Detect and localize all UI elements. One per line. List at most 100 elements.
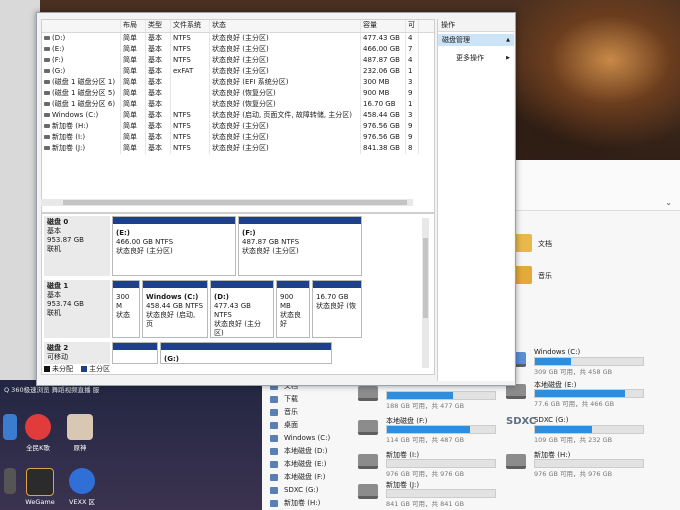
table-cell: 841.38 GB [361,143,406,154]
table-cell: 简单 [121,33,146,44]
table-cell: 状态良好 (主分区) [210,143,361,154]
scrollbar-thumb[interactable] [63,200,407,205]
hard-drive-icon [358,454,378,469]
desktop-icon-wegame[interactable]: WeGame [20,468,60,506]
table-cell: 232.06 GB [361,66,406,77]
table-cell: exFAT [171,66,210,77]
table-row[interactable]: Windows (C:) 简单 基本 NTFS 状态良好 (启动, 页面文件, 故障转储… [42,110,434,121]
col-free[interactable]: 可 [406,20,419,32]
table-cell: 简单 [121,121,146,132]
nav-drive-g[interactable]: SDXC (G:) [262,484,352,497]
table-cell: (D:) [42,33,121,44]
table-row[interactable]: 新加卷 (I:) 简单 基本 NTFS 状态良好 (主分区) 976.56 GB 9 [42,132,434,143]
volume-list-header: 布局 类型 文件系统 状态 容量 可 [42,20,434,33]
desktop-icon-vexx[interactable]: VEXX 区 [64,468,100,506]
table-cell: 976.56 GB [361,121,406,132]
table-cell: 基本 [146,44,171,55]
table-row[interactable]: (磁盘 1 磁盘分区 6) 简单 基本 状态良好 (恢复分区) 16.70 GB 1 [42,99,434,110]
drive-tile-i[interactable]: 新加卷 (I:) 976 GB 可用，共 976 GB [358,450,498,478]
nav-music[interactable]: 音乐 [262,406,352,419]
horizontal-scrollbar[interactable] [41,199,413,206]
legend: 未分配 主分区 [44,364,110,374]
table-cell: 状态良好 (主分区) [210,33,361,44]
action-disk-management[interactable]: 磁盘管理 [438,34,514,46]
drive-tile-f[interactable]: 本地磁盘 (F:) 114 GB 可用，共 487 GB [358,416,498,444]
table-cell: 基本 [146,132,171,143]
table-cell: 3 [406,110,419,121]
col-capacity[interactable]: 容量 [361,20,406,32]
drive-tile-c[interactable]: Windows (C:) 309 GB 可用，共 458 GB [506,348,646,376]
drive-usage-bar [534,459,644,468]
table-cell: 状态良好 (主分区) [210,66,361,77]
drive-usage-bar [534,389,644,398]
nav-drive-c[interactable]: Windows (C:) [262,432,352,445]
partition-c[interactable]: Windows (C:) 458.44 GB NTFS 状态良好 (启动, 页 [142,280,208,338]
table-cell: 3 [406,77,419,88]
chevron-down-icon[interactable]: ⌄ [665,198,672,207]
nav-downloads[interactable]: 下载 [262,393,352,406]
col-volume[interactable] [42,20,121,32]
folder-documents[interactable]: 文档 [514,234,574,258]
table-cell: (磁盘 1 磁盘分区 5) [42,88,121,99]
col-status[interactable]: 状态 [210,20,361,32]
col-type[interactable]: 类型 [146,20,171,32]
drive-usage-fill [535,358,571,365]
desktop-icon-genshin[interactable]: 原神 [62,414,98,452]
partition-d[interactable]: (D:) 477.43 GB NTFS 状态良好 (主分区) [210,280,274,338]
table-cell: 487.87 GB [361,55,406,66]
hard-drive-icon [358,484,378,499]
col-layout[interactable]: 布局 [121,20,146,32]
folder-icon [514,234,532,252]
nav-drive-e[interactable]: 本地磁盘 (E:) [262,458,352,471]
partition-g[interactable]: (G:) [160,342,332,364]
table-cell: 9 [406,88,419,99]
table-cell: 新加卷 (I:) [42,132,121,143]
vertical-scrollbar[interactable] [422,218,429,368]
table-row[interactable]: 新加卷 (H:) 简单 基本 NTFS 状态良好 (主分区) 976.56 GB 9 [42,121,434,132]
table-row[interactable]: (磁盘 1 磁盘分区 1) 简单 基本 状态良好 (EFI 系统分区) 300 MB 3 [42,77,434,88]
desktop-icon-4[interactable] [0,468,20,496]
table-cell: 477.43 GB [361,33,406,44]
table-row[interactable]: (G:) 简单 基本 exFAT 状态良好 (主分区) 232.06 GB 1 [42,66,434,77]
folder-music[interactable]: 音乐 [514,266,574,290]
partition-unallocated[interactable] [112,342,158,364]
drive-tile-d[interactable]: 188 GB 可用，共 477 GB [358,382,498,410]
partition-recovery-2[interactable]: 16.70 GB 状态良好 (恢 [312,280,362,338]
drive-tile-j[interactable]: 新加卷 (J:) 841 GB 可用，共 841 GB [358,480,498,508]
scrollbar-thumb[interactable] [423,238,428,318]
partition-efi[interactable]: 300 M 状态 [112,280,140,338]
desktop-icon-kge[interactable]: 全民K歌 [20,414,56,452]
app-icon [3,414,17,440]
table-cell: 状态良好 (主分区) [210,132,361,143]
partition-e[interactable]: (E:) 466.00 GB NTFS 状态良好 (主分区) [112,216,236,276]
table-cell: 简单 [121,110,146,121]
drive-tile-e[interactable]: 本地磁盘 (E:) 77.6 GB 可用，共 466 GB [506,380,646,408]
table-row[interactable]: (磁盘 1 磁盘分区 5) 简单 基本 状态良好 (恢复分区) 900 MB 9 [42,88,434,99]
table-cell: 状态良好 (主分区) [210,121,361,132]
disk-0[interactable]: 磁盘 0 基本 953.87 GB 联机 (E:) 466.00 GB NTFS… [44,216,420,276]
table-row[interactable]: 新加卷 (J:) 简单 基本 NTFS 状态良好 (主分区) 841.38 GB 8 [42,143,434,154]
desktop-icon-1[interactable] [0,414,20,442]
table-row[interactable]: (D:) 简单 基本 NTFS 状态良好 (主分区) 477.43 GB 4 [42,33,434,44]
table-cell: 7 [406,44,419,55]
nav-drive-d[interactable]: 本地磁盘 (D:) [262,445,352,458]
partition-recovery-1[interactable]: 900 MB 状态良好 [276,280,310,338]
nav-desktop[interactable]: 桌面 [262,419,352,432]
table-row[interactable]: (F:) 简单 基本 NTFS 状态良好 (主分区) 487.87 GB 4 [42,55,434,66]
disk-1[interactable]: 磁盘 1 基本 953.74 GB 联机 300 M 状态 Windows (C… [44,280,420,338]
table-row[interactable]: (E:) 简单 基本 NTFS 状态良好 (主分区) 466.00 GB 7 [42,44,434,55]
drive-tile-h[interactable]: 新加卷 (H:) 976 GB 可用，共 976 GB [506,450,646,478]
table-cell: NTFS [171,143,210,154]
table-cell: 976.56 GB [361,132,406,143]
hard-drive-icon [358,386,378,401]
drive-tile-g[interactable]: SDXC SDXC (G:) 109 GB 可用，共 232 GB [506,416,646,444]
col-filesystem[interactable]: 文件系统 [171,20,210,32]
partition-f[interactable]: (F:) 487.87 GB NTFS 状态良好 (主分区) [238,216,362,276]
table-cell: 新加卷 (J:) [42,143,121,154]
table-cell: 4 [406,55,419,66]
table-cell: 状态良好 (启动, 页面文件, 故障转储, 主分区) [210,110,361,121]
nav-drive-h[interactable]: 新加卷 (H:) [262,497,352,510]
nav-drive-f[interactable]: 本地磁盘 (F:) [262,471,352,484]
action-more-actions[interactable]: 更多操作 [438,52,514,64]
disk-2[interactable]: 磁盘 2 可移动 (G:) [44,342,420,364]
